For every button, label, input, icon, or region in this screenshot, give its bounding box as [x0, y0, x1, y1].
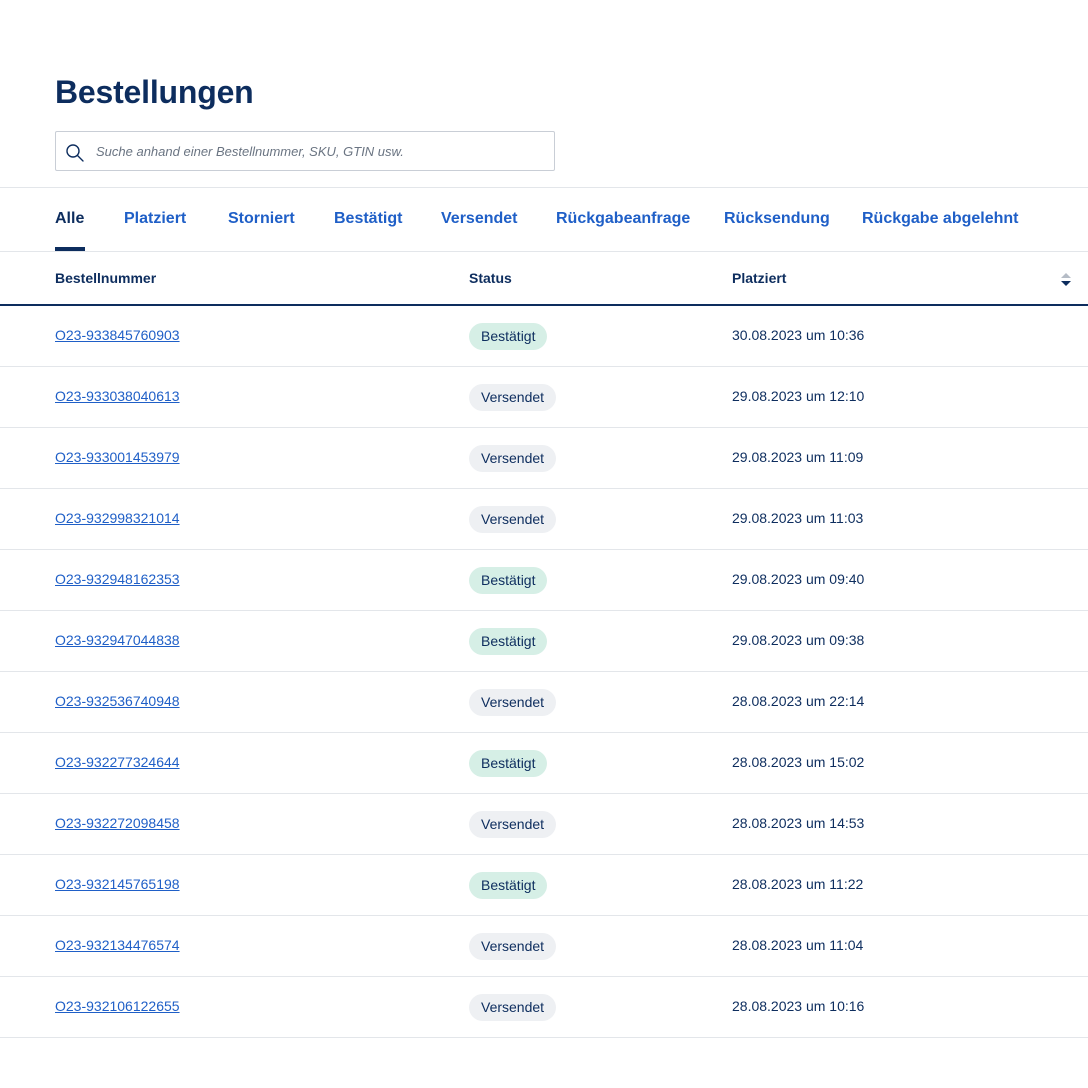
table-row: O23-932998321014 Versendet 29.08.2023 um 1…	[0, 489, 1088, 550]
tab-placed[interactable]: Platziert	[124, 210, 186, 228]
search-input[interactable]	[96, 132, 546, 170]
placed-date: 29.08.2023 um 09:40	[732, 571, 865, 587]
placed-date: 28.08.2023 um 15:02	[732, 754, 865, 770]
order-number-link[interactable]: O23-932277324644	[55, 754, 180, 770]
tab-all[interactable]: Alle	[55, 210, 84, 228]
order-number-link[interactable]: O23-932134476574	[55, 937, 180, 953]
order-number-link[interactable]: O23-932272098458	[55, 815, 180, 831]
tab-shipped[interactable]: Versendet	[441, 210, 517, 228]
sort-icon[interactable]	[1060, 272, 1072, 288]
status-tabs: Alle Platziert Storniert Bestätigt Verse…	[0, 188, 1088, 251]
status-badge: Versendet	[469, 689, 557, 716]
status-badge: Versendet	[469, 384, 557, 411]
placed-date: 28.08.2023 um 10:16	[732, 998, 865, 1014]
search-box[interactable]	[55, 131, 555, 171]
status-badge: Versendet	[469, 994, 557, 1021]
column-header-placed[interactable]: Platziert	[732, 270, 786, 286]
table-row: O23-932948162353 Bestätigt 29.08.2023 um 0…	[0, 550, 1088, 611]
table-header: Bestellnummer Status Platziert	[0, 252, 1088, 306]
table-row: O23-932947044838 Bestätigt 29.08.2023 um 0…	[0, 611, 1088, 672]
order-number-link[interactable]: O23-933001453979	[55, 449, 180, 465]
search-icon	[66, 144, 84, 162]
status-badge: Versendet	[469, 445, 557, 472]
placed-date: 28.08.2023 um 11:22	[732, 876, 864, 892]
table-row: O23-932272098458 Versendet 28.08.2023 um 1…	[0, 794, 1088, 855]
orders-table-body: O23-933845760903 Bestätigt 30.08.2023 um 1…	[0, 306, 1088, 1038]
tab-return-rejected[interactable]: Rückgabe abgelehnt	[862, 210, 1018, 228]
order-number-link[interactable]: O23-932106122655	[55, 998, 180, 1014]
placed-date: 29.08.2023 um 09:38	[732, 632, 865, 648]
column-header-status[interactable]: Status	[469, 270, 512, 286]
placed-date: 29.08.2023 um 11:03	[732, 510, 864, 526]
status-badge: Bestätigt	[469, 872, 548, 899]
status-badge: Versendet	[469, 811, 557, 838]
order-number-link[interactable]: O23-933038040613	[55, 388, 180, 404]
tab-confirmed[interactable]: Bestätigt	[334, 210, 402, 228]
table-row: O23-932134476574 Versendet 28.08.2023 um 1…	[0, 916, 1088, 977]
table-row: O23-932277324644 Bestätigt 28.08.2023 um 1…	[0, 733, 1088, 794]
order-number-link[interactable]: O23-932948162353	[55, 571, 180, 587]
tab-cancelled[interactable]: Storniert	[228, 210, 295, 228]
status-badge: Bestätigt	[469, 567, 548, 594]
tab-returned[interactable]: Rücksendung	[724, 210, 830, 228]
status-badge: Bestätigt	[469, 628, 548, 655]
status-badge: Versendet	[469, 933, 557, 960]
table-row: O23-932145765198 Bestätigt 28.08.2023 um 1…	[0, 855, 1088, 916]
page-title: Bestellungen	[55, 74, 254, 110]
status-badge: Versendet	[469, 506, 557, 533]
table-row: O23-933001453979 Versendet 29.08.2023 um 1…	[0, 428, 1088, 489]
table-row: O23-932536740948 Versendet 28.08.2023 um 2…	[0, 672, 1088, 733]
placed-date: 29.08.2023 um 12:10	[732, 388, 865, 404]
table-row: O23-932106122655 Versendet 28.08.2023 um 1…	[0, 977, 1088, 1038]
order-number-link[interactable]: O23-932998321014	[55, 510, 180, 526]
order-number-link[interactable]: O23-933845760903	[55, 327, 180, 343]
table-row: O23-933845760903 Bestätigt 30.08.2023 um 1…	[0, 306, 1088, 367]
placed-date: 28.08.2023 um 22:14	[732, 693, 865, 709]
placed-date: 28.08.2023 um 11:04	[732, 937, 864, 953]
table-row: O23-933038040613 Versendet 29.08.2023 um 1…	[0, 367, 1088, 428]
status-badge: Bestätigt	[469, 750, 548, 777]
placed-date: 29.08.2023 um 11:09	[732, 449, 864, 465]
tab-return-request[interactable]: Rückgabeanfrage	[556, 210, 690, 228]
order-number-link[interactable]: O23-932947044838	[55, 632, 180, 648]
status-badge: Bestätigt	[469, 323, 548, 350]
order-number-link[interactable]: O23-932145765198	[55, 876, 180, 892]
column-header-order-number[interactable]: Bestellnummer	[55, 270, 156, 286]
placed-date: 30.08.2023 um 10:36	[732, 327, 865, 343]
placed-date: 28.08.2023 um 14:53	[732, 815, 865, 831]
order-number-link[interactable]: O23-932536740948	[55, 693, 180, 709]
